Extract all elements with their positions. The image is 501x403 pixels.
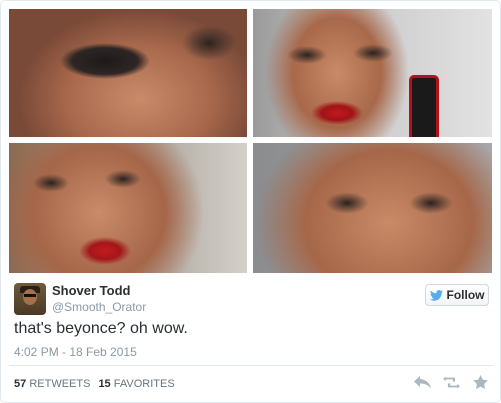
retweets-count: 57 xyxy=(14,378,27,390)
reply-icon[interactable] xyxy=(414,375,431,389)
tweet-timestamp[interactable]: 4:02 PM - 18 Feb 2015 xyxy=(14,345,137,359)
favorite-star-icon[interactable] xyxy=(472,375,489,389)
avatar-face xyxy=(23,289,37,305)
favorites-label: FAVORITES xyxy=(113,378,175,390)
tweet-photo-3[interactable] xyxy=(9,143,247,273)
favorites-count: 15 xyxy=(98,378,111,390)
tweet-text: that's beyonce? oh wow. xyxy=(14,320,188,337)
retweet-icon[interactable] xyxy=(443,375,460,389)
tweet-photo-4[interactable] xyxy=(253,143,492,273)
embedded-tweet-card: Shover Todd @Smooth_Orator Follow that's… xyxy=(0,0,501,403)
tweet-photo-2[interactable] xyxy=(253,9,492,137)
favorites-stat[interactable]: 15 FAVORITES xyxy=(98,378,174,390)
retweets-stat[interactable]: 57 RETWEETS xyxy=(14,378,90,390)
tweet-actions xyxy=(414,375,489,389)
twitter-bird-icon xyxy=(429,289,443,301)
display-name[interactable]: Shover Todd xyxy=(52,283,130,298)
user-handle[interactable]: @Smooth_Orator xyxy=(52,300,146,314)
follow-button[interactable]: Follow xyxy=(425,284,489,306)
follow-button-label: Follow xyxy=(446,288,485,302)
tweet-photo-1[interactable] xyxy=(9,9,247,137)
divider xyxy=(9,365,493,366)
retweets-label: RETWEETS xyxy=(29,378,91,390)
phone-in-photo xyxy=(409,75,439,137)
tweet-stats: 57 RETWEETS 15 FAVORITES xyxy=(14,378,175,390)
avatar[interactable] xyxy=(14,283,46,315)
avatar-sunglasses xyxy=(24,294,36,297)
